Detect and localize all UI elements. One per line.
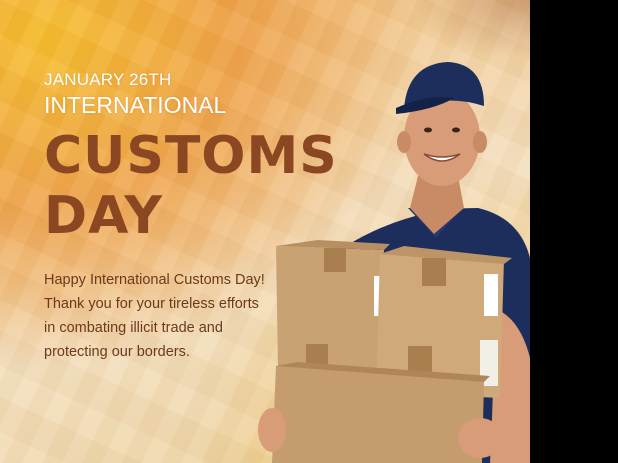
title-day: DAY: [44, 186, 164, 246]
poster: JANUARY 26TH INTERNATIONAL CUSTOMS DAY H…: [0, 0, 530, 463]
message-line: in combating illicit trade and: [44, 320, 223, 336]
cardboard-box-small: [276, 240, 390, 376]
message-line: protecting our borders.: [44, 344, 190, 360]
message-line: Happy International Customs Day!: [44, 272, 265, 288]
event-subtitle: INTERNATIONAL: [44, 92, 227, 118]
event-date: JANUARY 26TH: [44, 70, 172, 89]
delivery-man-photo: [258, 62, 530, 463]
message-line: Thank you for your tireless efforts: [44, 296, 259, 312]
corner-stain: [410, 0, 530, 60]
cardboard-box-bottom: [272, 362, 490, 463]
greeting-message: Happy International Customs Day! Thank y…: [44, 268, 284, 364]
